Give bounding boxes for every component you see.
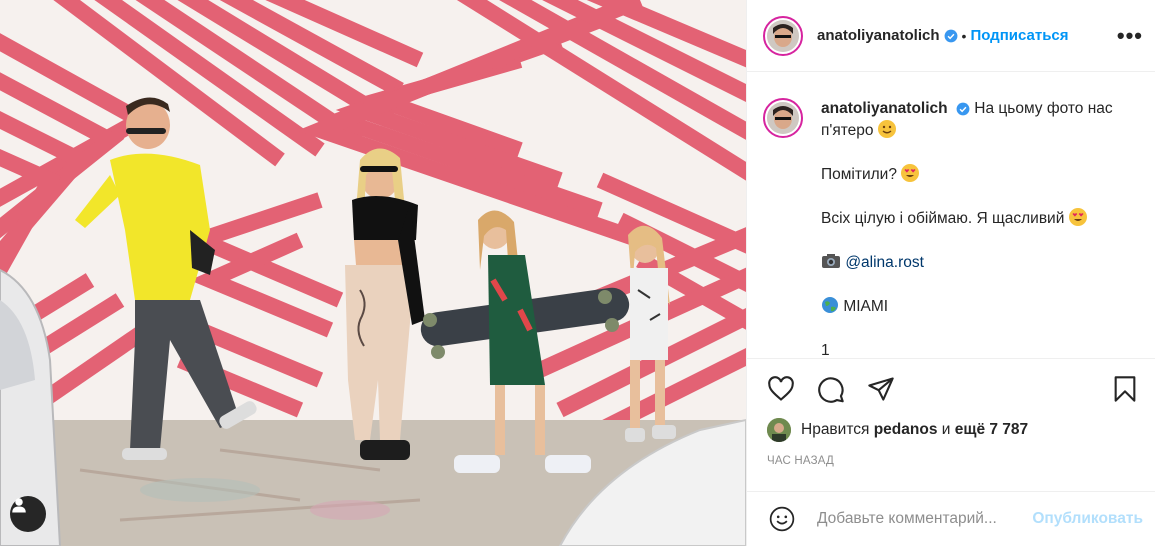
heart-eyes-emoji-icon bbox=[1068, 208, 1087, 226]
follow-button[interactable]: Подписаться bbox=[970, 27, 1068, 44]
likes-conj: и bbox=[941, 421, 951, 438]
photo-credit-link[interactable]: @alina.rost bbox=[845, 254, 924, 271]
more-icon[interactable]: ••• bbox=[1117, 23, 1143, 49]
globe-icon bbox=[821, 297, 843, 315]
smiley-icon bbox=[769, 506, 795, 532]
likes-prefix: Нравится bbox=[801, 421, 870, 438]
photo-image bbox=[0, 0, 746, 546]
comment-button[interactable] bbox=[815, 373, 847, 405]
emoji-picker-button[interactable] bbox=[767, 504, 797, 534]
user-tag-button[interactable] bbox=[10, 496, 46, 532]
post-photo[interactable] bbox=[0, 0, 746, 546]
separator-dot: • bbox=[961, 27, 967, 44]
heart-icon bbox=[768, 375, 794, 401]
smiling-emoji-icon bbox=[877, 120, 896, 138]
verified-icon bbox=[956, 102, 970, 116]
like-button[interactable] bbox=[765, 373, 797, 405]
avatar-image bbox=[767, 19, 799, 52]
heart-eyes-emoji-icon bbox=[901, 164, 920, 182]
share-icon bbox=[868, 376, 894, 401]
caption-avatar-image bbox=[767, 102, 799, 134]
likes-row: Нравится pedanos и ещё 7 787 bbox=[767, 418, 1139, 442]
share-button[interactable] bbox=[865, 373, 897, 405]
action-bar bbox=[747, 358, 1155, 418]
location-text: MIAMI bbox=[843, 298, 889, 315]
avatar[interactable] bbox=[763, 15, 803, 56]
post-header: anatoliyanatolich • Подписаться ••• bbox=[747, 0, 1155, 72]
publish-button[interactable]: Опубликовать bbox=[1032, 510, 1143, 528]
comment-icon bbox=[818, 376, 844, 403]
liker-avatar[interactable] bbox=[767, 418, 791, 442]
caption-area: anatoliyanatolich На цьому фото нас п'ят… bbox=[747, 72, 1155, 358]
caption-text: anatoliyanatolich На цьому фото нас п'ят… bbox=[821, 98, 1121, 358]
caption-line-2: Помітили? bbox=[821, 166, 897, 183]
post-sidebar: anatoliyanatolich • Подписаться ••• anat… bbox=[746, 0, 1155, 546]
caption-truncated-line: 1 bbox=[821, 342, 830, 358]
verified-icon bbox=[944, 29, 958, 43]
bookmark-icon bbox=[1114, 375, 1136, 402]
save-button[interactable] bbox=[1109, 373, 1141, 405]
post-timestamp[interactable]: ЧАС НАЗАД bbox=[767, 455, 834, 467]
likes-count-link[interactable]: ещё 7 787 bbox=[955, 421, 1028, 439]
caption-avatar[interactable] bbox=[763, 98, 803, 138]
caption-line-3: Всіх цілую і обіймаю. Я щасливий bbox=[821, 210, 1065, 227]
add-comment-bar: Опубликовать bbox=[747, 491, 1155, 546]
liker-username[interactable]: pedanos bbox=[874, 421, 938, 439]
header-username[interactable]: anatoliyanatolich bbox=[817, 27, 940, 44]
camera-icon bbox=[821, 254, 845, 271]
user-tag-icon bbox=[12, 498, 26, 513]
comment-input[interactable] bbox=[815, 509, 1019, 529]
caption-username[interactable]: anatoliyanatolich bbox=[821, 100, 948, 117]
